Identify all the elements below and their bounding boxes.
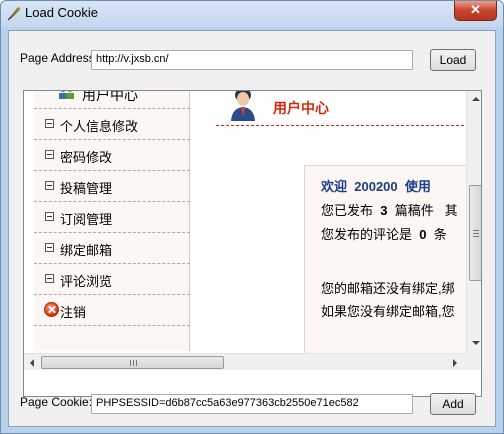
user-center-sidebar: 用户中心 个人信息修改 密码修改 投稿管理 订阅管理 绑定邮箱 评论浏览 注销 <box>34 91 190 351</box>
page-cookie-input[interactable]: PHPSESSID=d6b87cc5a63e977363cb2550e71ec5… <box>91 394 413 414</box>
bullet-icon <box>45 119 54 128</box>
users-icon <box>59 91 74 99</box>
comments-count: 0 <box>419 227 427 242</box>
load-button[interactable]: Load <box>430 49 476 71</box>
grip-line <box>133 360 134 366</box>
web-browser-view[interactable]: 用户中心 个人信息修改 密码修改 投稿管理 订阅管理 绑定邮箱 评论浏览 注销 … <box>23 90 482 397</box>
menu-item-label: 评论浏览 <box>60 274 113 289</box>
sidebar-heading: 用户中心 <box>82 90 138 103</box>
scroll-up-icon[interactable] <box>472 97 480 101</box>
comments-prefix: 您发布的评论是 <box>321 227 413 242</box>
menu-item-subscriptions[interactable]: 订阅管理 <box>34 202 190 233</box>
page-address-label: Page Address: <box>20 51 99 65</box>
load-cookie-window: Load Cookie ✕ Page Address: http://v.jxs… <box>0 0 504 434</box>
scroll-right-icon[interactable] <box>453 359 457 367</box>
bullet-icon <box>45 150 54 159</box>
feather-icon <box>7 7 20 21</box>
horizontal-scrollbar[interactable] <box>24 353 466 370</box>
email-line-1: 您的邮箱还没有绑定,绑 <box>321 281 455 296</box>
title-underline <box>216 125 464 126</box>
published-count: 3 <box>380 203 388 218</box>
scroll-down-icon[interactable] <box>472 341 480 345</box>
menu-item-logout[interactable]: 注销 <box>34 295 190 326</box>
menu-item-label: 订阅管理 <box>60 212 113 227</box>
comments-line: 您发布的评论是 0 条 <box>321 224 447 243</box>
dialog-body: Page Address: http://v.jxsb.cn/ Load 用户中… <box>8 30 496 427</box>
close-icon: ✕ <box>470 2 481 17</box>
avatar-icon <box>231 91 255 121</box>
menu-item-submissions[interactable]: 投稿管理 <box>34 171 190 202</box>
menu-item-profile-edit[interactable]: 个人信息修改 <box>34 109 190 140</box>
welcome-suffix: 使用 <box>404 179 431 194</box>
grip-line <box>136 360 137 366</box>
welcome-line: 欢迎 200200 使用 <box>321 176 431 195</box>
bullet-icon <box>45 181 54 190</box>
email-line-2: 如果您没有绑定邮箱,您 <box>321 304 455 319</box>
menu-item-label: 个人信息修改 <box>60 119 139 134</box>
vertical-scrollbar[interactable] <box>466 91 481 353</box>
welcome-prefix: 欢迎 <box>321 179 348 194</box>
title-bar[interactable]: Load Cookie ✕ <box>1 1 503 27</box>
page-cookie-label: Page Cookie: <box>20 395 93 409</box>
menu-item-label: 密码修改 <box>60 150 113 165</box>
menu-item-password[interactable]: 密码修改 <box>34 140 190 171</box>
scroll-left-icon[interactable] <box>30 359 34 367</box>
bullet-icon <box>45 212 54 221</box>
menu-item-label: 绑定邮箱 <box>60 243 113 258</box>
logout-label: 注销 <box>60 305 87 320</box>
grip-line <box>130 360 131 366</box>
published-prefix: 您已发布 <box>321 203 374 218</box>
logout-icon <box>44 302 59 317</box>
bullet-icon <box>45 243 54 252</box>
horizontal-scroll-thumb[interactable] <box>41 356 224 369</box>
close-button[interactable]: ✕ <box>454 1 497 21</box>
published-suffix: 篇稿件 <box>394 203 434 218</box>
scrollbar-corner <box>466 353 481 370</box>
page-title: 用户中心 <box>273 100 329 116</box>
grip-line <box>473 236 479 237</box>
bullet-icon <box>45 274 54 283</box>
grip-line <box>473 230 479 231</box>
published-line: 您已发布 3 篇稿件 其 <box>321 200 458 219</box>
menu-item-comments[interactable]: 评论浏览 <box>34 264 190 295</box>
grip-line <box>473 233 479 234</box>
add-button[interactable]: Add <box>430 393 476 415</box>
vertical-scroll-thumb[interactable] <box>469 185 481 281</box>
user-info-box: 欢迎 200200 使用 您已发布 3 篇稿件 其 您发布的评论是 0 条 您的… <box>304 165 474 365</box>
published-tail: 其 <box>444 203 458 218</box>
comments-suffix: 条 <box>433 227 447 242</box>
menu-item-bind-email[interactable]: 绑定邮箱 <box>34 233 190 264</box>
menu-item-label: 投稿管理 <box>60 181 113 196</box>
page-address-input[interactable]: http://v.jxsb.cn/ <box>91 50 413 70</box>
window-title: Load Cookie <box>25 5 98 20</box>
username: 200200 <box>354 179 398 194</box>
